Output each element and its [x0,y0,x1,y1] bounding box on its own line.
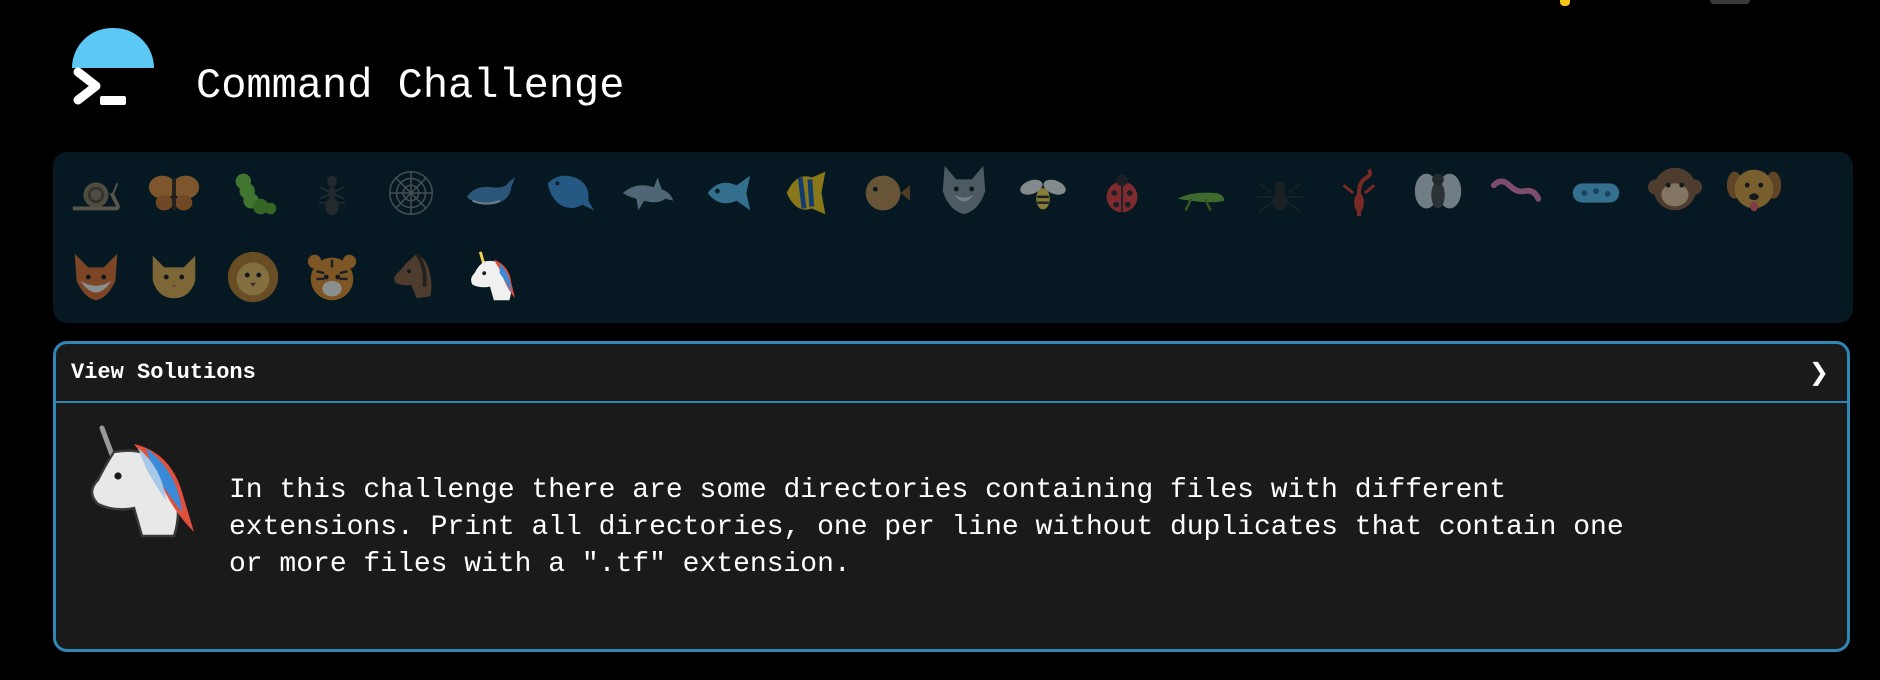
header: Command Challenge [0,0,1880,150]
level-ant[interactable] [299,160,365,226]
ant-icon [318,175,346,216]
level-dolphin[interactable] [615,160,681,226]
ladybug-icon [1106,174,1138,213]
level-selector [53,152,1853,323]
level-worm[interactable] [1484,160,1550,226]
view-solutions-toggle[interactable]: View Solutions ❯ [56,344,1847,403]
tropical-fish-icon [786,171,826,215]
level-microbe[interactable] [1563,160,1629,226]
cricket-icon [1177,192,1225,211]
level-spider-web[interactable] [378,160,444,226]
spouting-whale-icon [547,175,595,211]
dolphin-icon [622,177,674,211]
level-cricket[interactable] [1168,160,1234,226]
fish-icon [707,175,751,211]
level-tropical-fish[interactable] [773,160,839,226]
level-fox[interactable] [63,244,129,310]
level-unicorn[interactable] [457,244,523,310]
level-dog[interactable] [1721,156,1787,222]
level-butterfly[interactable] [141,160,207,226]
whale-icon [466,177,516,205]
butterfly-icon [148,175,200,211]
wolf-face-icon [942,165,986,215]
spider-icon [1256,181,1304,214]
microbe-icon [1572,183,1620,203]
level-fly[interactable] [1405,160,1471,226]
logo-cap [72,28,154,68]
level-tiger[interactable] [299,244,365,310]
cat-face-icon [152,255,196,299]
fly-icon [1414,173,1462,209]
level-whale-2[interactable] [536,160,602,226]
level-wolf[interactable] [931,156,997,222]
scorpion-icon [1342,168,1376,217]
top-indicator-yellow [1560,0,1570,6]
horse-face-icon [394,252,432,299]
worm-icon [1490,178,1542,202]
level-cat[interactable] [141,244,207,310]
view-solutions-label: View Solutions [71,360,256,385]
challenge-description: In this challenge there are some directo… [229,475,1624,580]
tiger-face-icon [307,254,357,301]
terminal-logo-icon[interactable] [70,28,156,118]
monkey-face-icon [1647,167,1703,211]
chevron-right-icon[interactable]: ❯ [1809,358,1829,386]
level-scorpion[interactable] [1326,160,1392,226]
level-whale[interactable] [457,160,523,226]
lion-face-icon [227,251,279,303]
spider-web-icon [388,170,434,216]
level-snail[interactable] [63,160,129,226]
level-spider[interactable] [1247,160,1313,226]
blowfish-icon [865,175,911,211]
challenge-panel: View Solutions ❯ In this challenge there… [53,341,1850,652]
level-fish[interactable] [694,160,760,226]
caterpillar-icon [235,173,277,215]
page-title: Command Challenge [196,62,625,110]
level-horse[interactable] [378,244,444,310]
level-lion[interactable] [220,244,286,310]
unicorn-face-icon [471,251,516,301]
level-caterpillar[interactable] [220,160,286,226]
fox-face-icon [74,253,118,301]
bee-icon [1020,179,1066,210]
top-indicator-gray [1710,0,1750,4]
unicorn-icon [78,424,198,544]
snail-icon [72,182,120,211]
level-ladybug[interactable] [1089,160,1155,226]
level-bee[interactable] [1010,160,1076,226]
level-blowfish[interactable] [852,160,918,226]
level-monkey[interactable] [1642,156,1708,222]
terminal-prompt-icon [72,66,132,119]
dog-face-icon [1726,169,1782,212]
page: Command Challenge View Solutions ❯ In th… [0,0,1880,680]
